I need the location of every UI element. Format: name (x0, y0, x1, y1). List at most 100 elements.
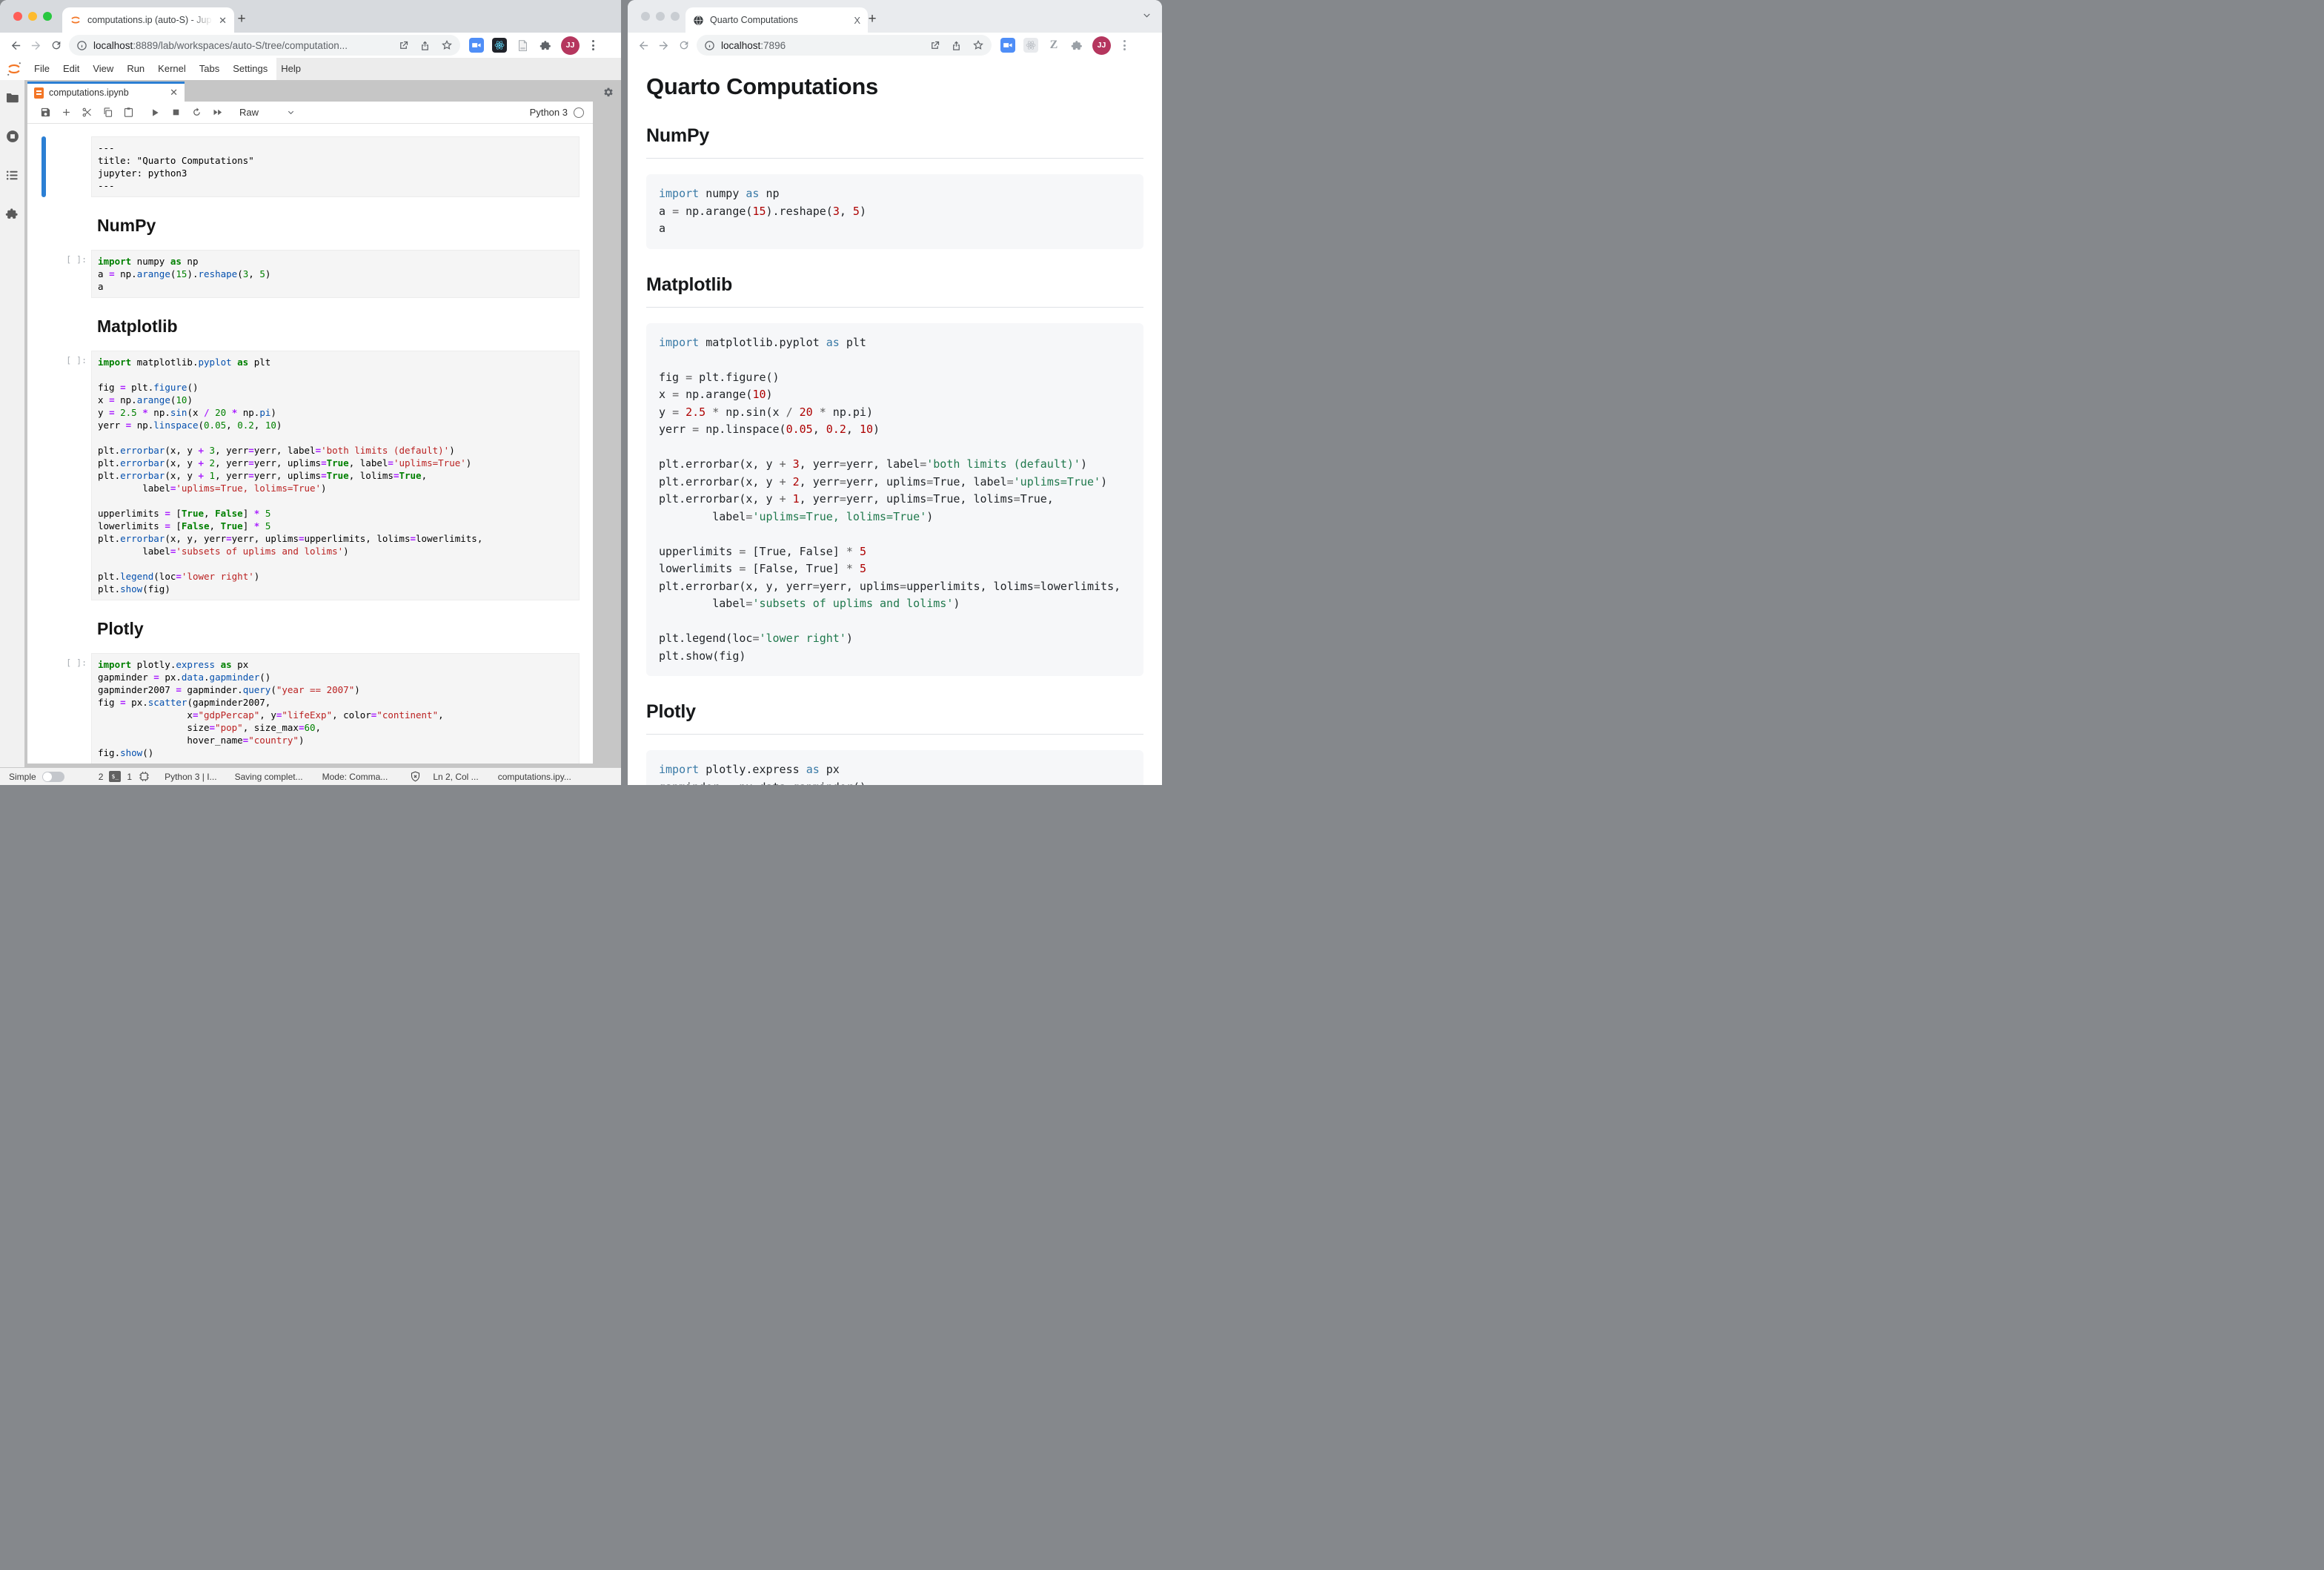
site-info-icon[interactable] (76, 40, 87, 51)
minimize-window-button[interactable] (656, 12, 665, 21)
browser-tab-jupyter[interactable]: computations.ip (auto-S) - Jup ✕ (62, 7, 234, 33)
interrupt-kernel-button[interactable] (165, 103, 186, 122)
code-cell-matplotlib[interactable]: [ ]: import matplotlib.pyplot as plt fig… (27, 351, 593, 600)
kernel-chip-icon[interactable] (139, 771, 150, 782)
browser-menu-icon[interactable] (588, 40, 599, 50)
back-button[interactable] (634, 36, 654, 56)
command-mode-text[interactable]: Mode: Comma... (322, 772, 388, 782)
code-cell-input-numpy[interactable]: import numpy as npa = np.arange(15).resh… (91, 250, 580, 298)
close-notebook-tab-icon[interactable]: ✕ (170, 87, 178, 99)
kernel-status-text[interactable]: Python 3 | I... (165, 772, 217, 782)
terminal-icon[interactable]: $_ (109, 771, 121, 782)
restart-run-all-button[interactable] (207, 103, 228, 122)
reload-button[interactable] (46, 36, 66, 56)
dock-panel: computations.ipynb ✕ (24, 80, 621, 767)
paste-cells-button[interactable] (118, 103, 139, 122)
code-cell-numpy[interactable]: [ ]: import numpy as npa = np.arange(15)… (27, 250, 593, 298)
bookmark-star-icon[interactable] (972, 39, 984, 51)
zoom-window-button[interactable] (671, 12, 680, 21)
cursor-position-text[interactable]: Ln 2, Col ... (433, 772, 478, 782)
notebook-scroll-area[interactable]: ---title: "Quarto Computations"jupyter: … (27, 124, 593, 764)
new-tab-button[interactable]: + (863, 10, 881, 28)
save-button[interactable] (35, 103, 56, 122)
react-devtools-extension-icon[interactable] (1023, 38, 1038, 53)
code-cell-plotly[interactable]: [ ]: import plotly.express as pxgapminde… (27, 653, 593, 764)
menu-file[interactable]: File (27, 58, 56, 80)
back-button[interactable] (6, 36, 26, 56)
tab-search-chevron-icon[interactable] (1142, 10, 1152, 20)
terminals-count[interactable]: 2 (99, 772, 104, 782)
url-bar[interactable]: localhost:7896 (697, 35, 992, 56)
url-domain: localhost (721, 40, 760, 51)
cell-collapser[interactable] (42, 136, 46, 197)
profile-avatar[interactable]: JJ (1092, 36, 1111, 55)
close-tab-icon[interactable]: X (854, 16, 860, 25)
kernels-count[interactable]: 1 (127, 772, 132, 782)
extension-manager-icon[interactable] (5, 207, 19, 221)
quarto-page[interactable]: Quarto Computations NumPy import numpy a… (628, 58, 1162, 785)
restart-kernel-button[interactable] (186, 103, 207, 122)
minimize-window-button[interactable] (28, 12, 37, 21)
profile-avatar[interactable]: JJ (561, 36, 580, 55)
menu-view[interactable]: View (86, 58, 120, 80)
markdown-cell-matplotlib[interactable]: Matplotlib (27, 311, 593, 338)
kernel-indicator[interactable]: Python 3 (530, 107, 585, 118)
zoom-window-button[interactable] (43, 12, 52, 21)
simple-mode-toggle[interactable] (42, 772, 64, 782)
document-extension-icon[interactable] (515, 38, 530, 53)
menu-edit[interactable]: Edit (56, 58, 86, 80)
window-controls (641, 12, 680, 21)
open-in-new-icon[interactable] (398, 40, 409, 51)
running-kernels-icon[interactable] (5, 129, 20, 144)
zoom-extension-icon[interactable] (1000, 38, 1015, 53)
forward-button[interactable] (654, 36, 674, 56)
bookmark-star-icon[interactable] (441, 39, 453, 51)
share-icon[interactable] (951, 40, 962, 51)
menu-settings[interactable]: Settings (226, 58, 274, 80)
z-extension-icon[interactable]: Z (1046, 38, 1061, 53)
react-devtools-extension-icon[interactable] (492, 38, 507, 53)
url-bar[interactable]: localhost:8889/lab/workspaces/auto-S/tre… (69, 35, 460, 56)
trust-shield-icon[interactable] (410, 771, 421, 782)
close-window-button[interactable] (13, 12, 22, 21)
code-cell-input-matplotlib[interactable]: import matplotlib.pyplot as plt fig = pl… (91, 351, 580, 600)
reload-button[interactable] (674, 36, 694, 56)
new-tab-button[interactable]: + (233, 10, 250, 28)
browser-tab-quarto[interactable]: Quarto Computations X (685, 7, 868, 33)
menubar-gray-zone (276, 58, 621, 80)
gear-icon[interactable] (602, 87, 614, 99)
browser-menu-icon[interactable] (1119, 40, 1130, 50)
forward-button[interactable] (26, 36, 46, 56)
copy-cells-button[interactable] (97, 103, 118, 122)
file-browser-icon[interactable] (5, 90, 19, 105)
section-heading-plotly: Plotly (97, 619, 574, 639)
share-icon[interactable] (419, 40, 431, 51)
add-cell-button[interactable] (56, 103, 76, 122)
menu-help[interactable]: Help (274, 58, 308, 80)
menu-kernel[interactable]: Kernel (151, 58, 193, 80)
raw-cell[interactable]: ---title: "Quarto Computations"jupyter: … (27, 136, 593, 197)
menu-tabs[interactable]: Tabs (193, 58, 226, 80)
markdown-cell-numpy[interactable]: NumPy (27, 210, 593, 237)
status-filename: computations.ipy... (498, 772, 571, 782)
jupyterlab-status-bar: Simple 2 $_ 1 Python 3 | I... Saving com… (0, 767, 621, 785)
extensions-puzzle-icon[interactable] (538, 38, 553, 53)
cell-type-dropdown[interactable]: Raw (239, 107, 295, 118)
url-text[interactable]: localhost:8889/lab/workspaces/auto-S/tre… (93, 40, 392, 51)
close-tab-icon[interactable]: ✕ (219, 16, 227, 25)
notebook-tab[interactable]: computations.ipynb ✕ (27, 82, 185, 102)
open-in-new-icon[interactable] (929, 40, 940, 51)
cut-cells-button[interactable] (76, 103, 97, 122)
extensions-puzzle-icon[interactable] (1069, 38, 1084, 53)
code-cell-input-plotly[interactable]: import plotly.express as pxgapminder = p… (91, 653, 580, 764)
run-button[interactable] (145, 103, 165, 122)
markdown-cell-plotly[interactable]: Plotly (27, 613, 593, 640)
url-text[interactable]: localhost:7896 (721, 40, 923, 51)
site-info-icon[interactable] (704, 40, 715, 51)
table-of-contents-icon[interactable] (5, 168, 19, 182)
raw-cell-input[interactable]: ---title: "Quarto Computations"jupyter: … (91, 136, 580, 197)
zoom-extension-icon[interactable] (469, 38, 484, 53)
close-window-button[interactable] (641, 12, 650, 21)
page-title: Quarto Computations (646, 73, 1143, 100)
menu-run[interactable]: Run (120, 58, 151, 80)
